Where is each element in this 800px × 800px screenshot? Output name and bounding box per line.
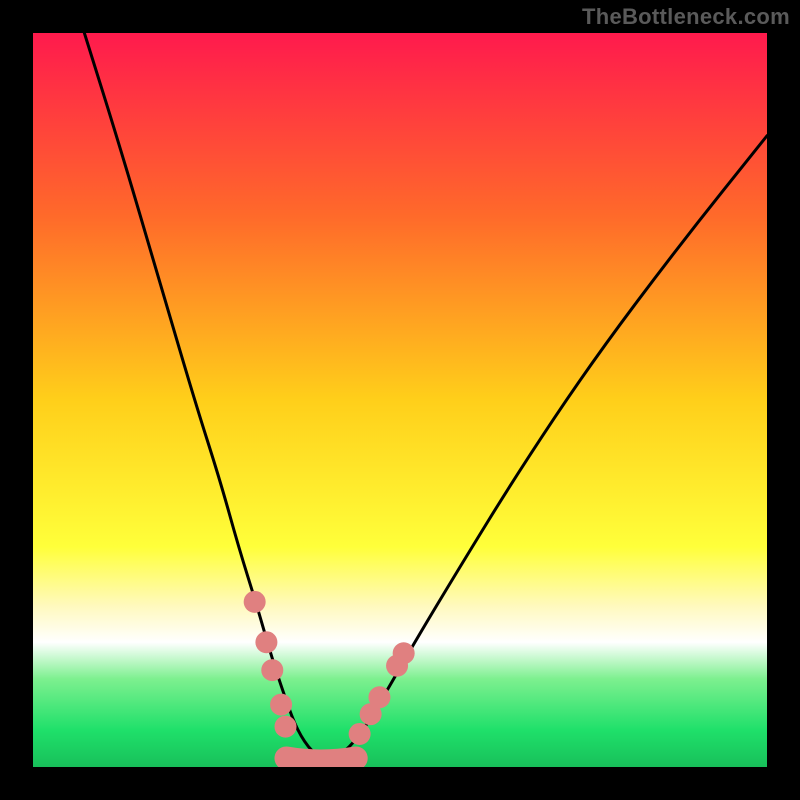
chart-frame: TheBottleneck.com: [0, 0, 800, 800]
trough-band: [286, 758, 356, 761]
curve-marker: [368, 686, 390, 708]
curve-marker: [349, 723, 371, 745]
curve-marker: [255, 631, 277, 653]
curve-marker: [393, 642, 415, 664]
curve-marker: [261, 659, 283, 681]
curve-marker: [275, 716, 297, 738]
curve-marker: [244, 591, 266, 613]
curve-marker: [270, 694, 292, 716]
bottleneck-chart: [0, 0, 800, 800]
